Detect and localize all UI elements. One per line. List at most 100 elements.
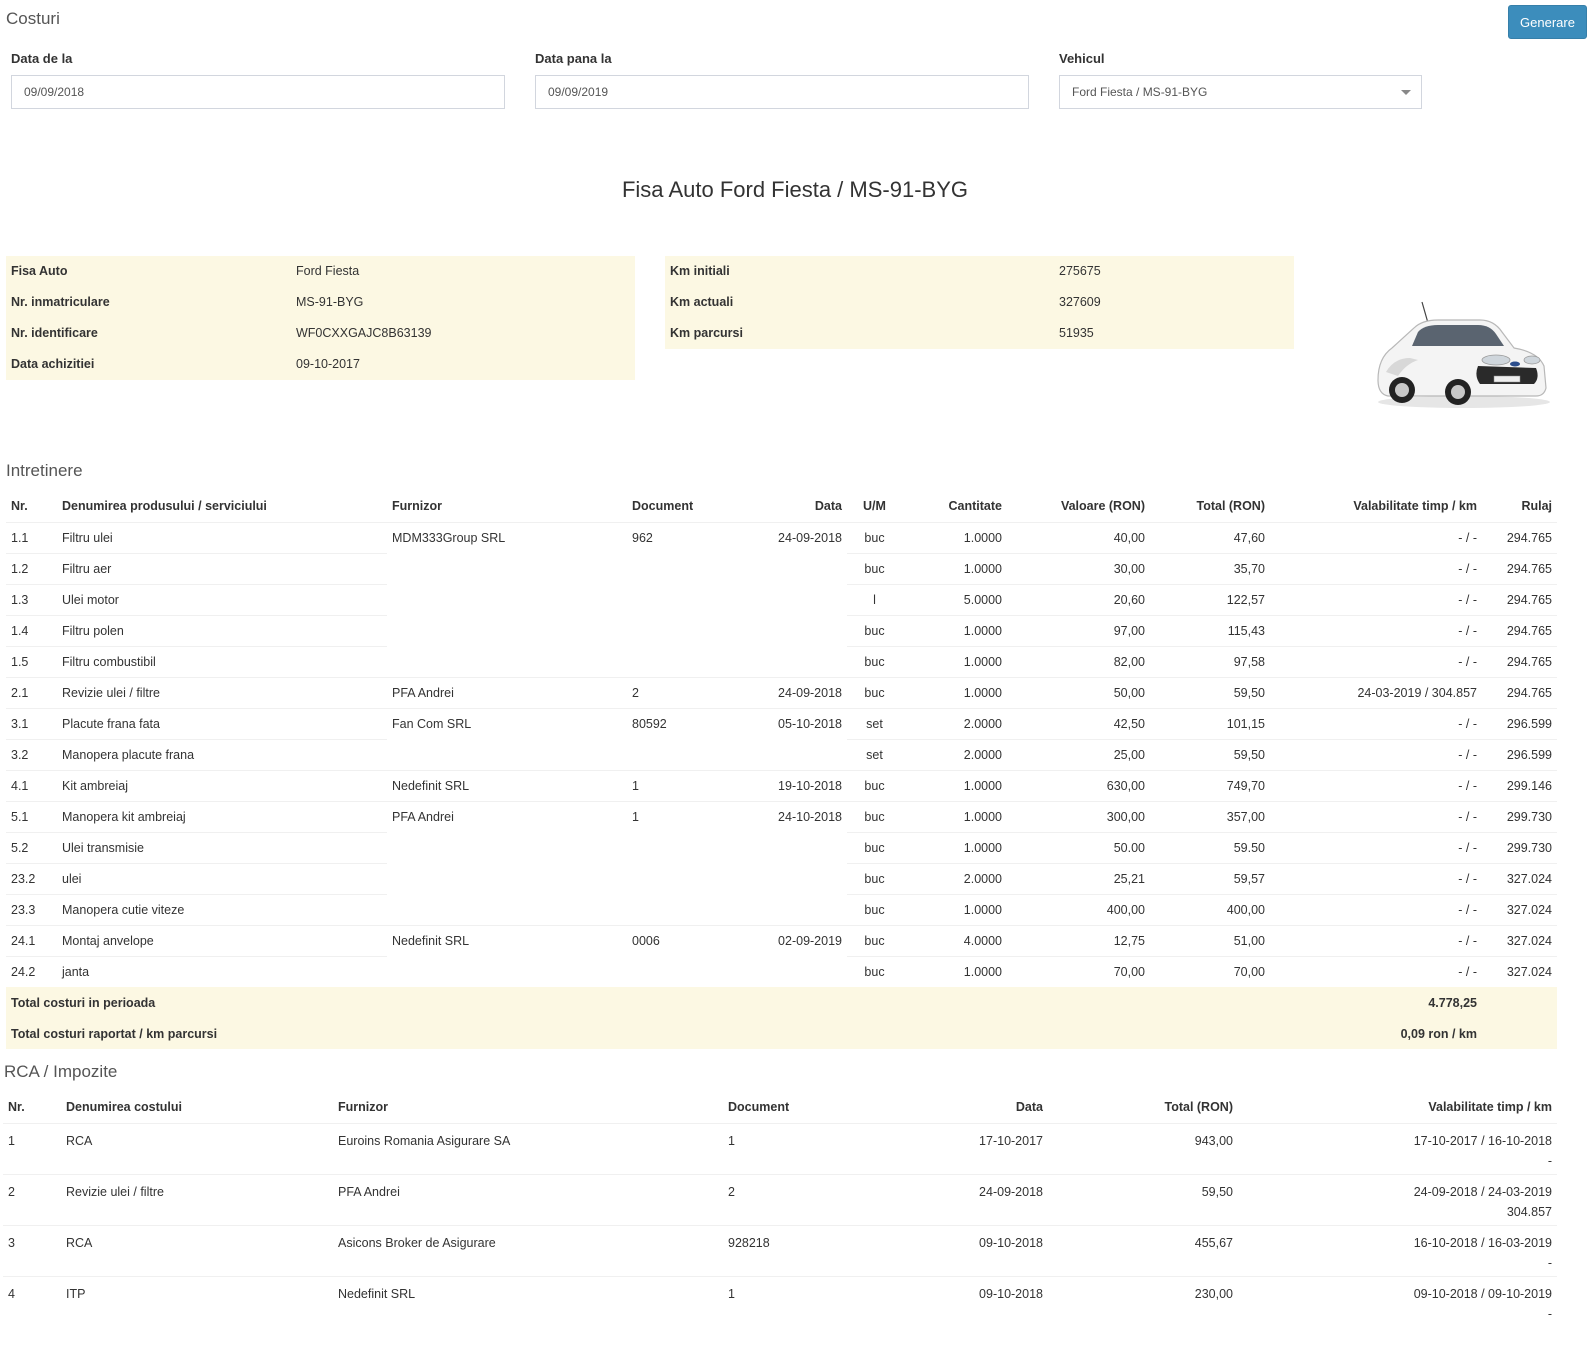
table-cell: 3.1 xyxy=(6,707,57,739)
table-cell: 59,50 xyxy=(1048,1173,1238,1225)
km-info-row: Km actuali 327609 xyxy=(665,287,1294,318)
table-cell: 122,57 xyxy=(1150,583,1270,615)
table-cell: 5.0000 xyxy=(902,583,1007,615)
table-cell xyxy=(627,955,727,987)
table-cell: 24-09-2018 xyxy=(727,521,847,553)
table-cell: - / - xyxy=(1270,800,1482,832)
table-cell xyxy=(727,614,847,646)
table-cell xyxy=(627,738,727,770)
table-cell: buc xyxy=(847,521,902,553)
table-cell: - / - xyxy=(1270,924,1482,956)
info-label: Fisa Auto xyxy=(11,264,68,278)
table-row: 24.1 Montaj anvelope Nedefinit SRL 0006 02-0… xyxy=(6,924,1557,956)
info-label: Nr. identificare xyxy=(11,326,98,340)
table-cell: 70,00 xyxy=(1150,955,1270,987)
table-cell: 294.765 xyxy=(1482,614,1557,646)
table-cell: 24.2 xyxy=(6,955,57,987)
table-cell: 09-10-2018 xyxy=(883,1275,1048,1327)
table-cell: buc xyxy=(847,645,902,677)
table-cell: 1.0000 xyxy=(902,800,1007,832)
total-label: Total costuri in perioada xyxy=(6,986,1270,1018)
table-row: 23.3 Manopera cutie viteze buc 1.0000 400,00… xyxy=(6,893,1557,925)
table-cell xyxy=(727,552,847,584)
table-cell: 1 xyxy=(3,1122,61,1174)
table-row: 1.1 Filtru ulei MDM333Group SRL 962 24-09-20… xyxy=(6,521,1557,553)
maintenance-title: Intretinere xyxy=(6,461,83,480)
rca-header-row: Nr. Denumirea costului Furnizor Document… xyxy=(3,1092,1557,1124)
table-cell: 1.3 xyxy=(6,583,57,615)
table-cell: 2 xyxy=(3,1173,61,1225)
table-cell: 82,00 xyxy=(1007,645,1150,677)
validity-km: - xyxy=(1547,1153,1552,1168)
maintenance-table: Nr. Denumirea produsului / serviciului F… xyxy=(6,491,1557,1049)
column-header: Cantitate xyxy=(902,491,1007,523)
validity-km: - xyxy=(1547,1306,1552,1321)
table-cell: buc xyxy=(847,552,902,584)
info-value: WF0CXXGAJC8B63139 xyxy=(296,326,432,340)
table-row: 4 ITP Nedefinit SRL 1 09-10-2018 230,00 09-10-… xyxy=(3,1275,1557,1327)
table-cell xyxy=(387,645,627,677)
validity-time: 17-10-2017 / 16-10-2018 xyxy=(1413,1133,1552,1148)
table-cell: 0006 xyxy=(627,924,727,956)
table-cell: 2.0000 xyxy=(902,707,1007,739)
column-header: Denumirea costului xyxy=(61,1092,333,1124)
table-cell: 1.0000 xyxy=(902,769,1007,801)
date-to-input[interactable]: 09/09/2019 xyxy=(535,75,1029,109)
column-header: Rulaj xyxy=(1482,491,1557,523)
table-cell: l xyxy=(847,583,902,615)
table-cell: buc xyxy=(847,800,902,832)
table-cell: 1.0000 xyxy=(902,614,1007,646)
table-cell: Nedefinit SRL xyxy=(333,1275,723,1327)
table-cell: 97,58 xyxy=(1150,645,1270,677)
table-cell: 327.024 xyxy=(1482,862,1557,894)
km-info-row: Km parcursi 51935 xyxy=(665,318,1294,349)
table-cell: 1.2 xyxy=(6,552,57,584)
info-label: Km parcursi xyxy=(670,326,743,340)
table-cell: 24-09-2018 xyxy=(883,1173,1048,1225)
table-cell: 4 xyxy=(3,1275,61,1327)
table-cell: 400,00 xyxy=(1150,893,1270,925)
total-empty xyxy=(1482,986,1557,1018)
table-cell: Ulei transmisie xyxy=(57,831,387,863)
table-cell: buc xyxy=(847,769,902,801)
table-row: 1 RCA Euroins Romania Asigurare SA 1 17-10-2… xyxy=(3,1122,1557,1174)
column-header: Denumirea produsului / serviciului xyxy=(57,491,387,523)
date-from-input[interactable]: 09/09/2018 xyxy=(11,75,505,109)
table-row: 24.2 janta buc 1.0000 70,00 70,00- / -327.024 xyxy=(6,955,1557,987)
table-cell: - / - xyxy=(1270,614,1482,646)
vehicle-info-row: Data achizitiei 09-10-2017 xyxy=(6,349,635,380)
table-cell: 1.0000 xyxy=(902,521,1007,553)
column-header: Data xyxy=(883,1092,1048,1124)
table-row: 3.1 Placute frana fata Fan Com SRL 80592 05-… xyxy=(6,707,1557,739)
table-cell: 943,00 xyxy=(1048,1122,1238,1174)
table-cell: 296.599 xyxy=(1482,707,1557,739)
table-row: 23.2 ulei buc 2.0000 25,21 59,57- / -327.024 xyxy=(6,862,1557,894)
table-cell: 2.0000 xyxy=(902,862,1007,894)
table-cell xyxy=(627,552,727,584)
generate-button[interactable]: Generare xyxy=(1508,5,1587,39)
column-header: Document xyxy=(723,1092,883,1124)
table-cell: 35,70 xyxy=(1150,552,1270,584)
table-cell: Euroins Romania Asigurare SA xyxy=(333,1122,723,1174)
table-cell: 59,57 xyxy=(1150,862,1270,894)
table-cell: buc xyxy=(847,831,902,863)
table-cell: 25,00 xyxy=(1007,738,1150,770)
chevron-down-icon[interactable] xyxy=(1401,90,1411,95)
validity-time: 16-10-2018 / 16-03-2019 xyxy=(1413,1235,1552,1250)
date-from-label: Data de la xyxy=(11,51,73,66)
column-header: Valabilitate timp / km xyxy=(1270,491,1482,523)
table-cell: 300,00 xyxy=(1007,800,1150,832)
vehicle-info-box: Fisa Auto Ford Fiesta Nr. inmatriculare MS… xyxy=(6,256,635,380)
car-photo xyxy=(1377,301,1550,408)
table-cell: 294.765 xyxy=(1482,552,1557,584)
table-cell: 749,70 xyxy=(1150,769,1270,801)
table-cell: Revizie ulei / filtre xyxy=(57,676,387,708)
table-row: 4.1 Kit ambreiaj Nedefinit SRL 1 19-10-2018 b… xyxy=(6,769,1557,801)
table-cell: 02-09-2019 xyxy=(727,924,847,956)
table-cell: RCA xyxy=(61,1224,333,1276)
table-cell: 962 xyxy=(627,521,727,553)
vehicle-select[interactable]: Ford Fiesta / MS-91-BYG xyxy=(1059,75,1422,109)
table-cell: Manopera cutie viteze xyxy=(57,893,387,925)
table-cell: buc xyxy=(847,614,902,646)
validity-cell: 16-10-2018 / 16-03-2019 - xyxy=(1238,1224,1557,1276)
